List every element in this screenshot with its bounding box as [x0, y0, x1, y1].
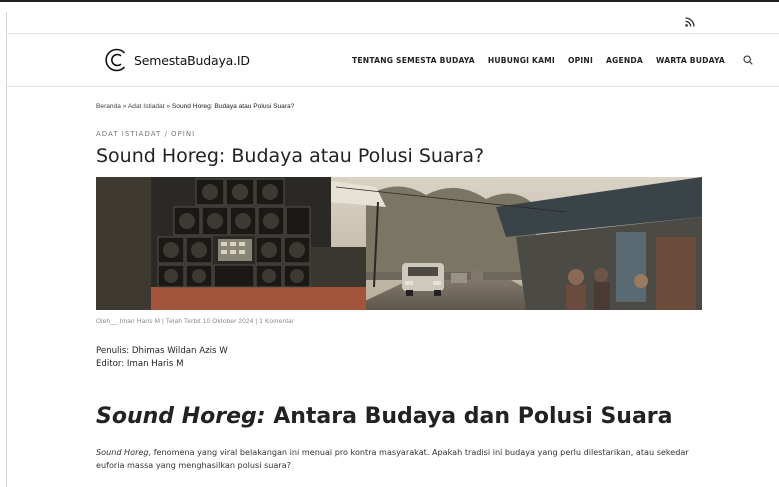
article-paragraph: Sound Horeg, fenomena yang viral belakan…	[96, 446, 706, 472]
article-category[interactable]: ADAT ISTIADAT / OPINI	[96, 130, 195, 138]
site-header: SemestaBudaya.ID TENTANG SEMESTA BUDAYA …	[7, 35, 779, 87]
breadcrumb-home-link[interactable]: Beranda	[96, 103, 121, 110]
subheading-italic: Sound Horeg:	[96, 404, 266, 429]
logo-mark-icon	[105, 48, 125, 72]
breadcrumb-current: Sound Horeg: Budaya atau Polusi Suara?	[171, 103, 295, 110]
paragraph-text: , fenomena yang viral belakangan ini men…	[96, 447, 689, 470]
breadcrumb-separator: »	[120, 103, 128, 110]
main-nav: TENTANG SEMESTA BUDAYA HUBUNGI KAMI OPIN…	[352, 55, 753, 65]
nav-item-hubungi-kami[interactable]: HUBUNGI KAMI	[488, 56, 555, 65]
top-bar	[7, 12, 779, 34]
paragraph-italic-term: Sound Horeg	[96, 447, 149, 457]
search-icon[interactable]	[743, 55, 753, 65]
editor-credit: Editor: Iman Haris M	[96, 359, 184, 369]
article-featured-image	[96, 177, 702, 310]
nav-item-agenda[interactable]: AGENDA	[606, 56, 643, 65]
window-top-edge	[0, 0, 779, 12]
nav-item-tentang[interactable]: TENTANG SEMESTA BUDAYA	[352, 56, 475, 65]
logo-text: SemestaBudaya.ID	[134, 52, 250, 68]
rss-icon[interactable]	[685, 17, 695, 27]
article-subheading: Sound Horeg: Antara Budaya dan Polusi Su…	[96, 404, 673, 429]
article-title: Sound Horeg: Budaya atau Polusi Suara?	[96, 145, 485, 167]
sound-system-street-photo	[96, 177, 702, 310]
breadcrumb-section-link[interactable]: Adat Istiadat	[128, 103, 165, 110]
nav-item-opini[interactable]: OPINI	[568, 56, 593, 65]
subheading-rest: Antara Budaya dan Polusi Suara	[265, 404, 673, 429]
nav-item-warta-budaya[interactable]: WARTA BUDAYA	[656, 56, 725, 65]
breadcrumb: Beranda » Adat Istiadat » Sound Horeg: B…	[96, 103, 294, 110]
article-credits: Penulis: Dhimas Wildan Azis W Editor: Im…	[96, 345, 228, 371]
writer-credit: Penulis: Dhimas Wildan Azis W	[96, 346, 228, 356]
breadcrumb-separator: »	[164, 103, 172, 110]
article-meta: Oleh__ Iman Haris M | Telah Terbit 10 Ok…	[96, 318, 295, 325]
site-logo[interactable]: SemestaBudaya.ID	[103, 46, 250, 74]
